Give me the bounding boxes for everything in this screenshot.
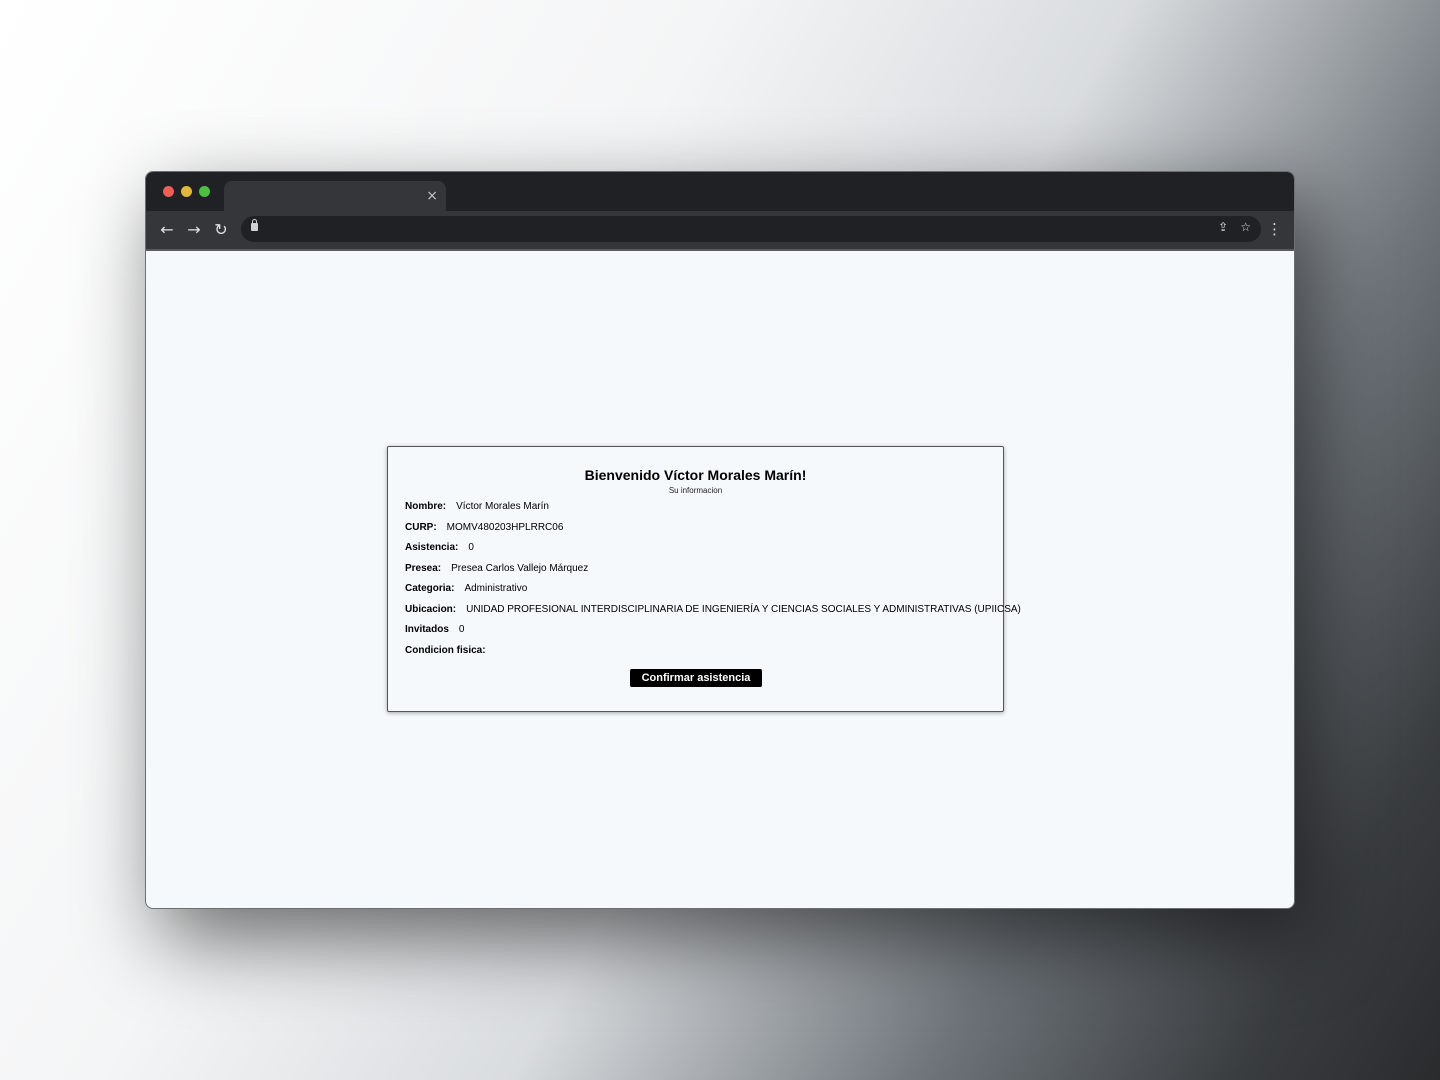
confirm-attendance-button[interactable]: Confirmar asistencia	[630, 669, 762, 687]
field-label: Invitados	[405, 624, 449, 635]
address-bar[interactable]: ⇪ ☆	[241, 216, 1261, 242]
omnibox-actions: ⇪ ☆	[1218, 220, 1251, 234]
browser-window: × ← → ↻ ⇪ ☆ ⋮ Bienvenido Víctor Morales …	[145, 171, 1295, 909]
field-curp: CURP: MOMV480203HPLRRC06	[405, 518, 986, 539]
field-label: Nombre:	[405, 501, 447, 512]
field-label: Ubicacion:	[405, 603, 457, 615]
forward-arrow-icon[interactable]: →	[181, 220, 207, 239]
maximize-window-button[interactable]	[199, 186, 210, 197]
field-value: MOMV480203HPLRRC06	[446, 521, 564, 533]
browser-tab[interactable]: ×	[224, 181, 446, 211]
info-subtitle: Su informacion	[668, 486, 723, 495]
close-tab-icon[interactable]: ×	[426, 187, 438, 205]
field-value: Presea Carlos Vallejo Márquez	[451, 562, 589, 574]
browser-menu-icon[interactable]: ⋮	[1267, 220, 1282, 238]
info-fields: Nombre: Víctor Morales Marín CURP: MOMV480…	[405, 497, 1021, 662]
welcome-title: Bienvenido Víctor Morales Marín!	[584, 467, 807, 483]
field-label: Condicion fisica:	[405, 644, 486, 656]
user-info-card: Bienvenido Víctor Morales Marín! Su info…	[387, 446, 1021, 712]
title-bar: ×	[146, 172, 1294, 211]
close-window-button[interactable]	[163, 186, 174, 197]
field-nombre: Nombre: Víctor Morales Marín	[405, 497, 986, 518]
field-ubicacion: Ubicacion: UNIDAD PROFESIONAL INTERDISCIP…	[405, 600, 1021, 621]
field-asistencia: Asistencia: 0	[405, 538, 986, 559]
field-label: Asistencia:	[405, 542, 459, 553]
field-value: Víctor Morales Marín	[456, 501, 549, 512]
field-value: 0	[468, 542, 474, 553]
field-categoria: Categoria: Administrativo	[405, 579, 986, 600]
field-value: 0	[458, 624, 465, 635]
share-icon[interactable]: ⇪	[1218, 220, 1228, 234]
field-condicion-fisica: Condicion fisica:	[405, 641, 986, 662]
minimize-window-button[interactable]	[181, 186, 192, 197]
field-value: Administrativo	[464, 583, 528, 594]
reload-icon[interactable]: ↻	[208, 220, 234, 239]
field-presea: Presea: Presea Carlos Vallejo Márquez	[405, 559, 986, 580]
field-label: CURP:	[405, 521, 437, 533]
nav-buttons: ← → ↻	[154, 220, 234, 239]
window-controls	[163, 186, 210, 197]
field-label: Categoria:	[405, 583, 455, 594]
bookmark-star-icon[interactable]: ☆	[1240, 220, 1251, 234]
browser-toolbar: ← → ↻ ⇪ ☆ ⋮	[146, 211, 1294, 249]
field-label: Presea:	[405, 562, 442, 574]
lock-icon[interactable]	[251, 219, 258, 231]
page-content: Bienvenido Víctor Morales Marín! Su info…	[146, 251, 1294, 908]
back-arrow-icon[interactable]: ←	[154, 220, 180, 239]
field-value: UNIDAD PROFESIONAL INTERDISCIPLINARIA DE…	[466, 603, 1021, 615]
field-invitados: Invitados 0	[405, 620, 986, 641]
